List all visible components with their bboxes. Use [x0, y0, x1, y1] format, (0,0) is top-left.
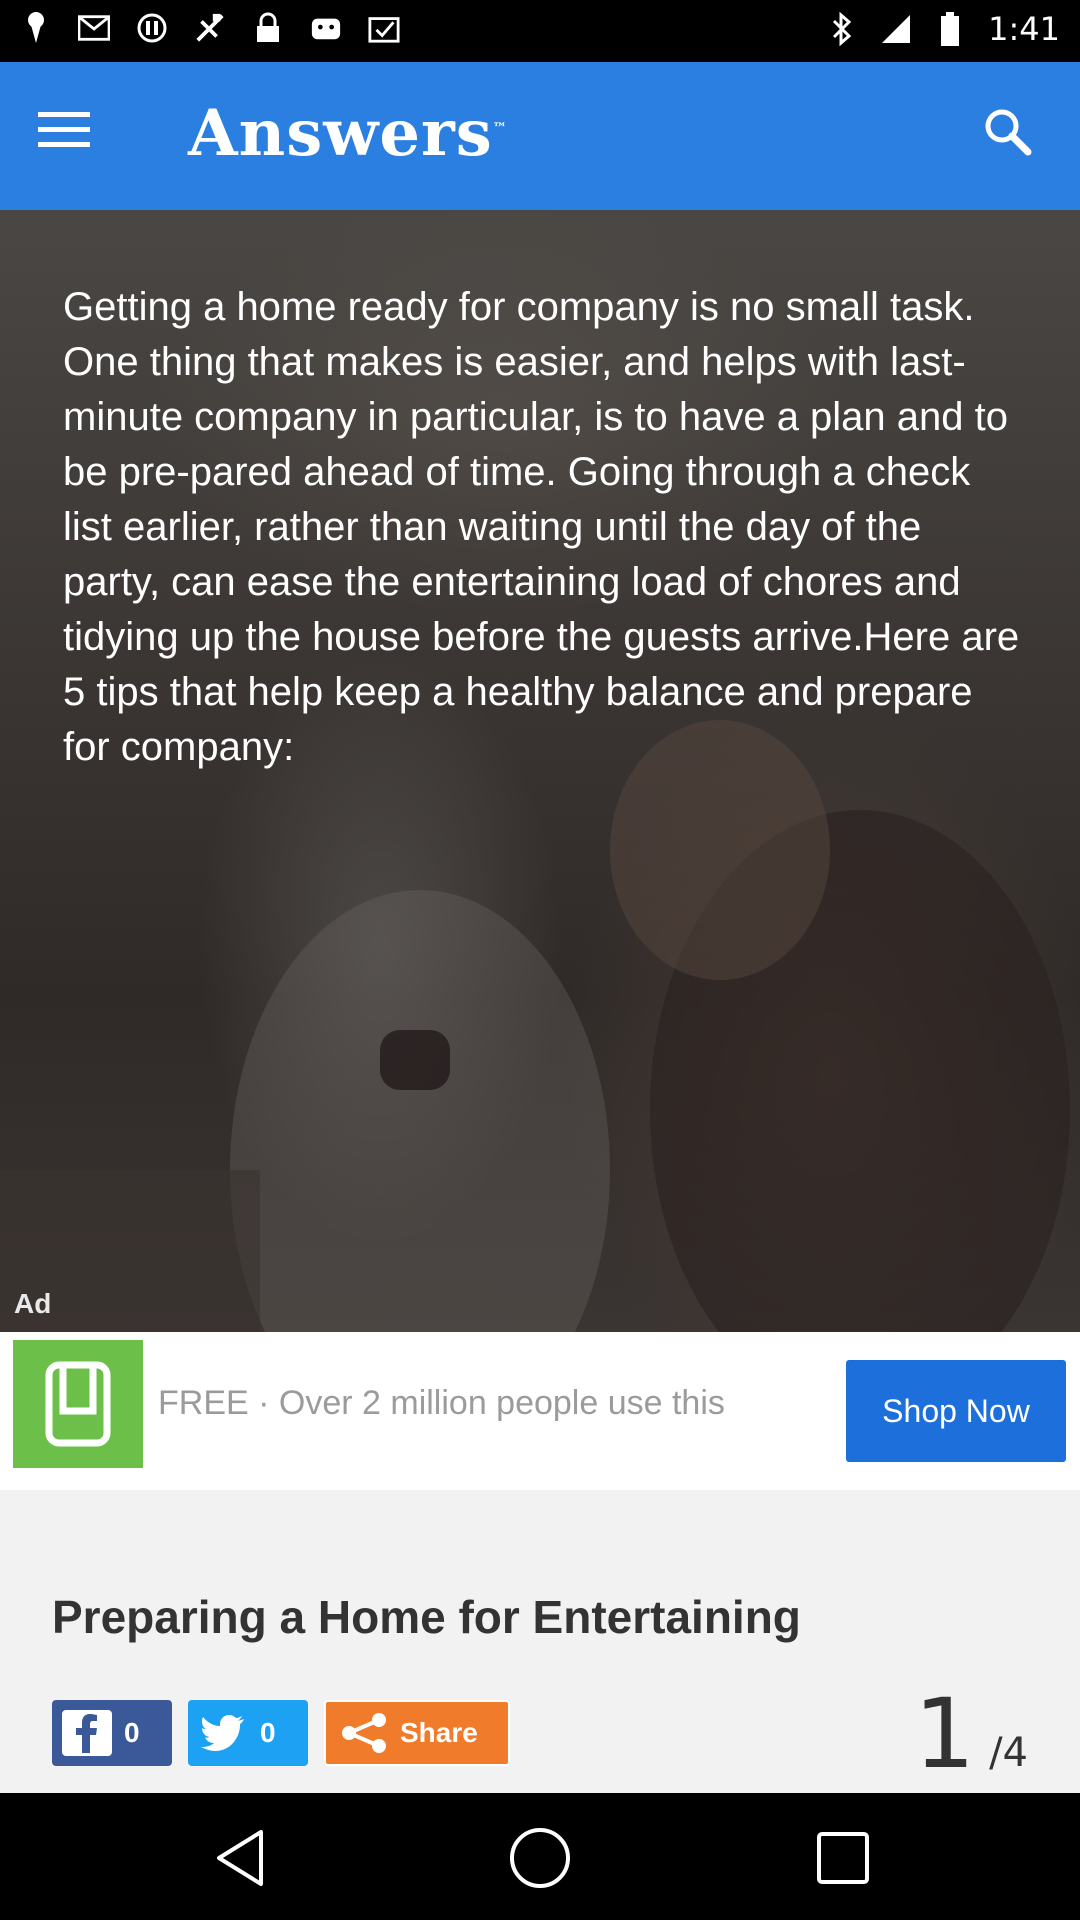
ad-label: Ad [14, 1288, 52, 1319]
twitter-share-button[interactable]: 0 [188, 1700, 308, 1766]
clipboard-check-icon [368, 10, 400, 46]
logo-text: Answers [188, 96, 493, 171]
ad-banner[interactable]: FREE · Over 2 million people use this Sh… [0, 1332, 1080, 1490]
ad-text[interactable]: FREE · Over 2 million people use this [158, 1384, 725, 1423]
hamburger-menu-icon[interactable] [38, 110, 108, 162]
battery-icon [934, 11, 966, 47]
signal-icon [880, 11, 912, 47]
logo-trademark: ™ [492, 120, 508, 137]
social-share-bar: 0 0 Share [52, 1700, 510, 1766]
shop-now-button[interactable]: Shop Now [846, 1360, 1066, 1462]
fake-gps-icon [194, 10, 226, 46]
system-nav-bar [0, 1793, 1080, 1920]
alert-icon [136, 10, 168, 46]
page-total: /4 [989, 1730, 1028, 1776]
article-title: Preparing a Home for Entertaining [52, 1591, 801, 1643]
article-hero-image: Getting a home ready for company is no s… [0, 210, 1080, 1332]
page-current: 1 [913, 1678, 976, 1790]
gmail-icon [78, 10, 110, 46]
bluetooth-icon [826, 11, 858, 47]
facebook-share-button[interactable]: 0 [52, 1700, 172, 1766]
home-icon[interactable] [505, 1823, 575, 1893]
facebook-icon [62, 1710, 112, 1756]
share-button[interactable]: Share [324, 1700, 510, 1766]
status-bar: 1:41 [0, 0, 1080, 62]
recents-icon[interactable] [808, 1823, 878, 1893]
lock-icon [252, 10, 284, 46]
search-icon[interactable] [982, 106, 1042, 166]
grocery-app-logo-icon[interactable] [13, 1340, 143, 1468]
twitter-icon [198, 1710, 248, 1756]
app-bar: Answers™ [0, 62, 1080, 210]
article-content: Preparing a Home for Entertaining 0 0 Sh… [0, 1490, 1080, 1793]
app-logo: Answers™ [188, 96, 508, 171]
android-icon [310, 10, 342, 46]
facebook-count: 0 [124, 1717, 140, 1748]
hero-text: Getting a home ready for company is no s… [63, 285, 1020, 769]
back-icon[interactable] [205, 1823, 275, 1893]
status-time: 1:41 [988, 10, 1060, 48]
twitter-count: 0 [260, 1717, 276, 1748]
share-label: Share [400, 1717, 478, 1748]
page-indicator: 1 /4 [914, 1686, 1028, 1782]
notification-icon [20, 10, 52, 46]
share-icon [336, 1710, 392, 1756]
